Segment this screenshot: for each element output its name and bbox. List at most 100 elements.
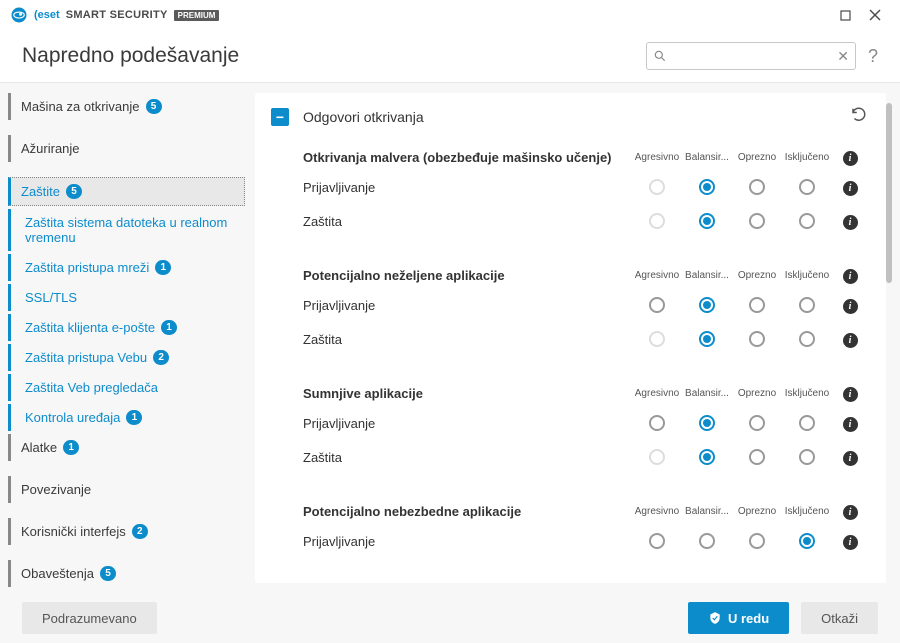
search-box[interactable]: ✕ — [646, 42, 856, 70]
maximize-button[interactable] — [830, 5, 860, 25]
radio-group — [632, 415, 832, 431]
brand: (eset SMART SECURITY PREMIUM — [10, 6, 219, 24]
radio-option[interactable] — [799, 415, 815, 431]
shield-icon — [708, 611, 722, 625]
column-label: Balansir... — [682, 270, 732, 281]
ok-button-label: U redu — [728, 611, 769, 626]
sidebar-badge: 2 — [132, 524, 148, 539]
sidebar-item-label: Kontrola uređaja — [25, 410, 120, 425]
info-icon[interactable]: i — [843, 181, 858, 196]
info-icon[interactable]: i — [843, 215, 858, 230]
column-label: Agresivno — [632, 152, 682, 163]
column-headers: AgresivnoBalansir...OpreznoIsključeno — [632, 388, 832, 399]
radio-option — [649, 331, 665, 347]
info-icon[interactable]: i — [843, 387, 858, 402]
radio-option[interactable] — [799, 179, 815, 195]
footer: Podrazumevano U redu Otkaži — [0, 593, 900, 643]
column-label: Oprezno — [732, 388, 782, 399]
radio-option[interactable] — [799, 449, 815, 465]
info-icon[interactable]: i — [843, 151, 858, 166]
info-icon[interactable]: i — [843, 535, 858, 550]
search-icon — [653, 49, 667, 63]
info-icon[interactable]: i — [843, 451, 858, 466]
sidebar-item[interactable]: Zaštita sistema datoteka u realnom vreme… — [8, 209, 245, 251]
sidebar-item-label: Zaštita sistema datoteka u realnom vreme… — [25, 215, 235, 245]
radio-option[interactable] — [699, 213, 715, 229]
setting-row: Prijavljivanjei — [255, 406, 886, 440]
radio-option[interactable] — [749, 331, 765, 347]
sidebar-item-label: Povezivanje — [21, 482, 91, 497]
default-button[interactable]: Podrazumevano — [22, 602, 157, 634]
info-icon[interactable]: i — [843, 505, 858, 520]
scrollbar[interactable] — [886, 93, 894, 583]
sidebar-item[interactable]: SSL/TLS — [8, 284, 245, 311]
radio-option[interactable] — [749, 179, 765, 195]
sidebar-item[interactable]: Mašina za otkrivanje5 — [8, 93, 245, 120]
sidebar-item-label: Alatke — [21, 440, 57, 455]
collapse-icon[interactable]: − — [271, 108, 289, 126]
radio-option[interactable] — [749, 449, 765, 465]
radio-option[interactable] — [749, 213, 765, 229]
radio-group — [632, 213, 832, 229]
info-icon[interactable]: i — [843, 269, 858, 284]
info-icon[interactable]: i — [843, 299, 858, 314]
radio-option[interactable] — [699, 533, 715, 549]
close-button[interactable] — [860, 5, 890, 25]
radio-option[interactable] — [699, 449, 715, 465]
brand-prefix: (eset — [34, 9, 60, 21]
clear-search-icon[interactable]: ✕ — [837, 48, 849, 65]
radio-option[interactable] — [649, 297, 665, 313]
column-label: Agresivno — [632, 506, 682, 517]
radio-option — [649, 213, 665, 229]
search-input[interactable] — [671, 49, 833, 63]
radio-option[interactable] — [799, 533, 815, 549]
group-title: Sumnjive aplikacije — [303, 386, 632, 401]
sidebar-badge: 5 — [66, 184, 82, 199]
radio-option[interactable] — [749, 415, 765, 431]
column-label: Isključeno — [782, 506, 832, 517]
radio-option[interactable] — [699, 331, 715, 347]
sidebar-item-label: Obaveštenja — [21, 566, 94, 581]
sidebar-badge: 2 — [153, 350, 169, 365]
undo-icon[interactable] — [850, 105, 868, 128]
page-title: Napredno podešavanje — [22, 44, 646, 68]
sidebar-item[interactable]: Alatke1 — [8, 434, 245, 461]
sidebar-item[interactable]: Zaštita Veb pregledača — [8, 374, 245, 401]
sidebar-item[interactable]: Zaštita pristupa Vebu 2 — [8, 344, 245, 371]
setting-row: Prijavljivanjei — [255, 170, 886, 204]
radio-option[interactable] — [799, 213, 815, 229]
radio-option[interactable] — [649, 415, 665, 431]
radio-option[interactable] — [699, 415, 715, 431]
sidebar-item-label: Ažuriranje — [21, 141, 80, 156]
cancel-button[interactable]: Otkaži — [801, 602, 878, 634]
sidebar-item[interactable]: Ažuriranje — [8, 135, 245, 162]
radio-option[interactable] — [749, 297, 765, 313]
radio-option — [649, 449, 665, 465]
column-label: Balansir... — [682, 506, 732, 517]
radio-option[interactable] — [799, 331, 815, 347]
sidebar-item-label: Zaštita Veb pregledača — [25, 380, 158, 395]
help-icon[interactable]: ? — [868, 46, 878, 67]
info-icon[interactable]: i — [843, 333, 858, 348]
sidebar-item[interactable]: Korisnički interfejs2 — [8, 518, 245, 545]
radio-option[interactable] — [799, 297, 815, 313]
header: Napredno podešavanje ✕ ? — [0, 30, 900, 83]
sidebar-item[interactable]: Povezivanje — [8, 476, 245, 503]
setting-row: Prijavljivanjei — [255, 288, 886, 322]
sidebar-item[interactable]: Obaveštenja5 — [8, 560, 245, 587]
info-icon[interactable]: i — [843, 417, 858, 432]
setting-row: Zaštitai — [255, 204, 886, 238]
column-headers: AgresivnoBalansir...OpreznoIsključeno — [632, 270, 832, 281]
row-label: Zaštita — [303, 450, 632, 465]
scrollbar-thumb[interactable] — [886, 103, 892, 283]
radio-option[interactable] — [699, 297, 715, 313]
sidebar-item[interactable]: Kontrola uređaja1 — [8, 404, 245, 431]
ok-button[interactable]: U redu — [688, 602, 789, 634]
radio-option[interactable] — [699, 179, 715, 195]
sidebar-item[interactable]: Zaštita pristupa mreži1 — [8, 254, 245, 281]
radio-option[interactable] — [649, 533, 665, 549]
radio-option[interactable] — [749, 533, 765, 549]
sidebar-item-label: Zaštita pristupa Vebu — [25, 350, 147, 365]
sidebar-item[interactable]: Zaštite5 — [8, 177, 245, 206]
sidebar-item[interactable]: Zaštita klijenta e-pošte1 — [8, 314, 245, 341]
